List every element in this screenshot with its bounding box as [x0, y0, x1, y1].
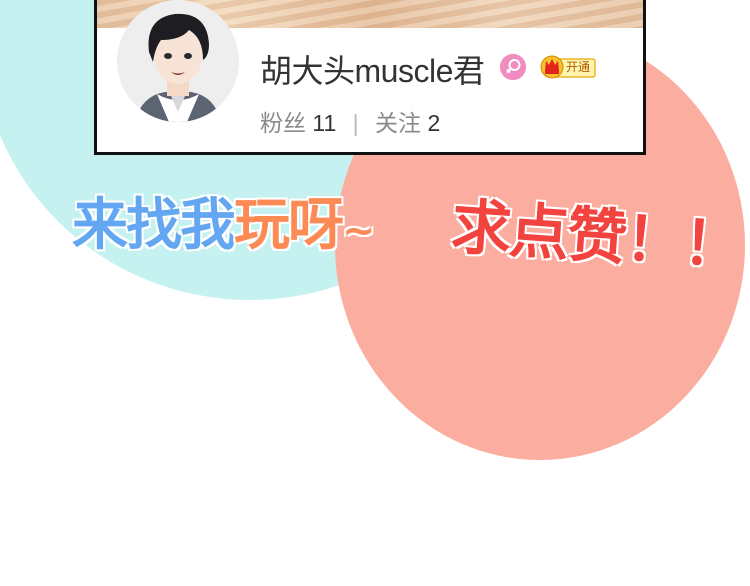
slogan-come-play: 来找我玩呀~	[72, 180, 375, 261]
avatar-illustration	[117, 0, 239, 122]
following-count[interactable]: 2	[427, 110, 440, 136]
slogan-left-part2: 玩呀	[234, 193, 344, 258]
avatar[interactable]	[117, 0, 239, 122]
vip-open-label: 开通	[566, 60, 591, 74]
following-label[interactable]: 关注	[375, 110, 421, 136]
profile-card: 胡大头muscle君 开通 粉丝 11 | 关注 2	[94, 0, 646, 155]
fans-label[interactable]: 粉丝	[260, 110, 306, 136]
stats-separator: |	[352, 110, 359, 136]
slogan-left-part1: 来找我	[72, 193, 236, 258]
slogan-left-tilde: ~	[342, 208, 375, 254]
vip-badge[interactable]: 开通	[540, 51, 596, 81]
profile-stats: 粉丝 11 | 关注 2	[260, 104, 440, 138]
female-icon	[500, 54, 526, 80]
username[interactable]: 胡大头muscle君	[260, 46, 485, 92]
fans-count[interactable]: 11	[312, 110, 336, 136]
